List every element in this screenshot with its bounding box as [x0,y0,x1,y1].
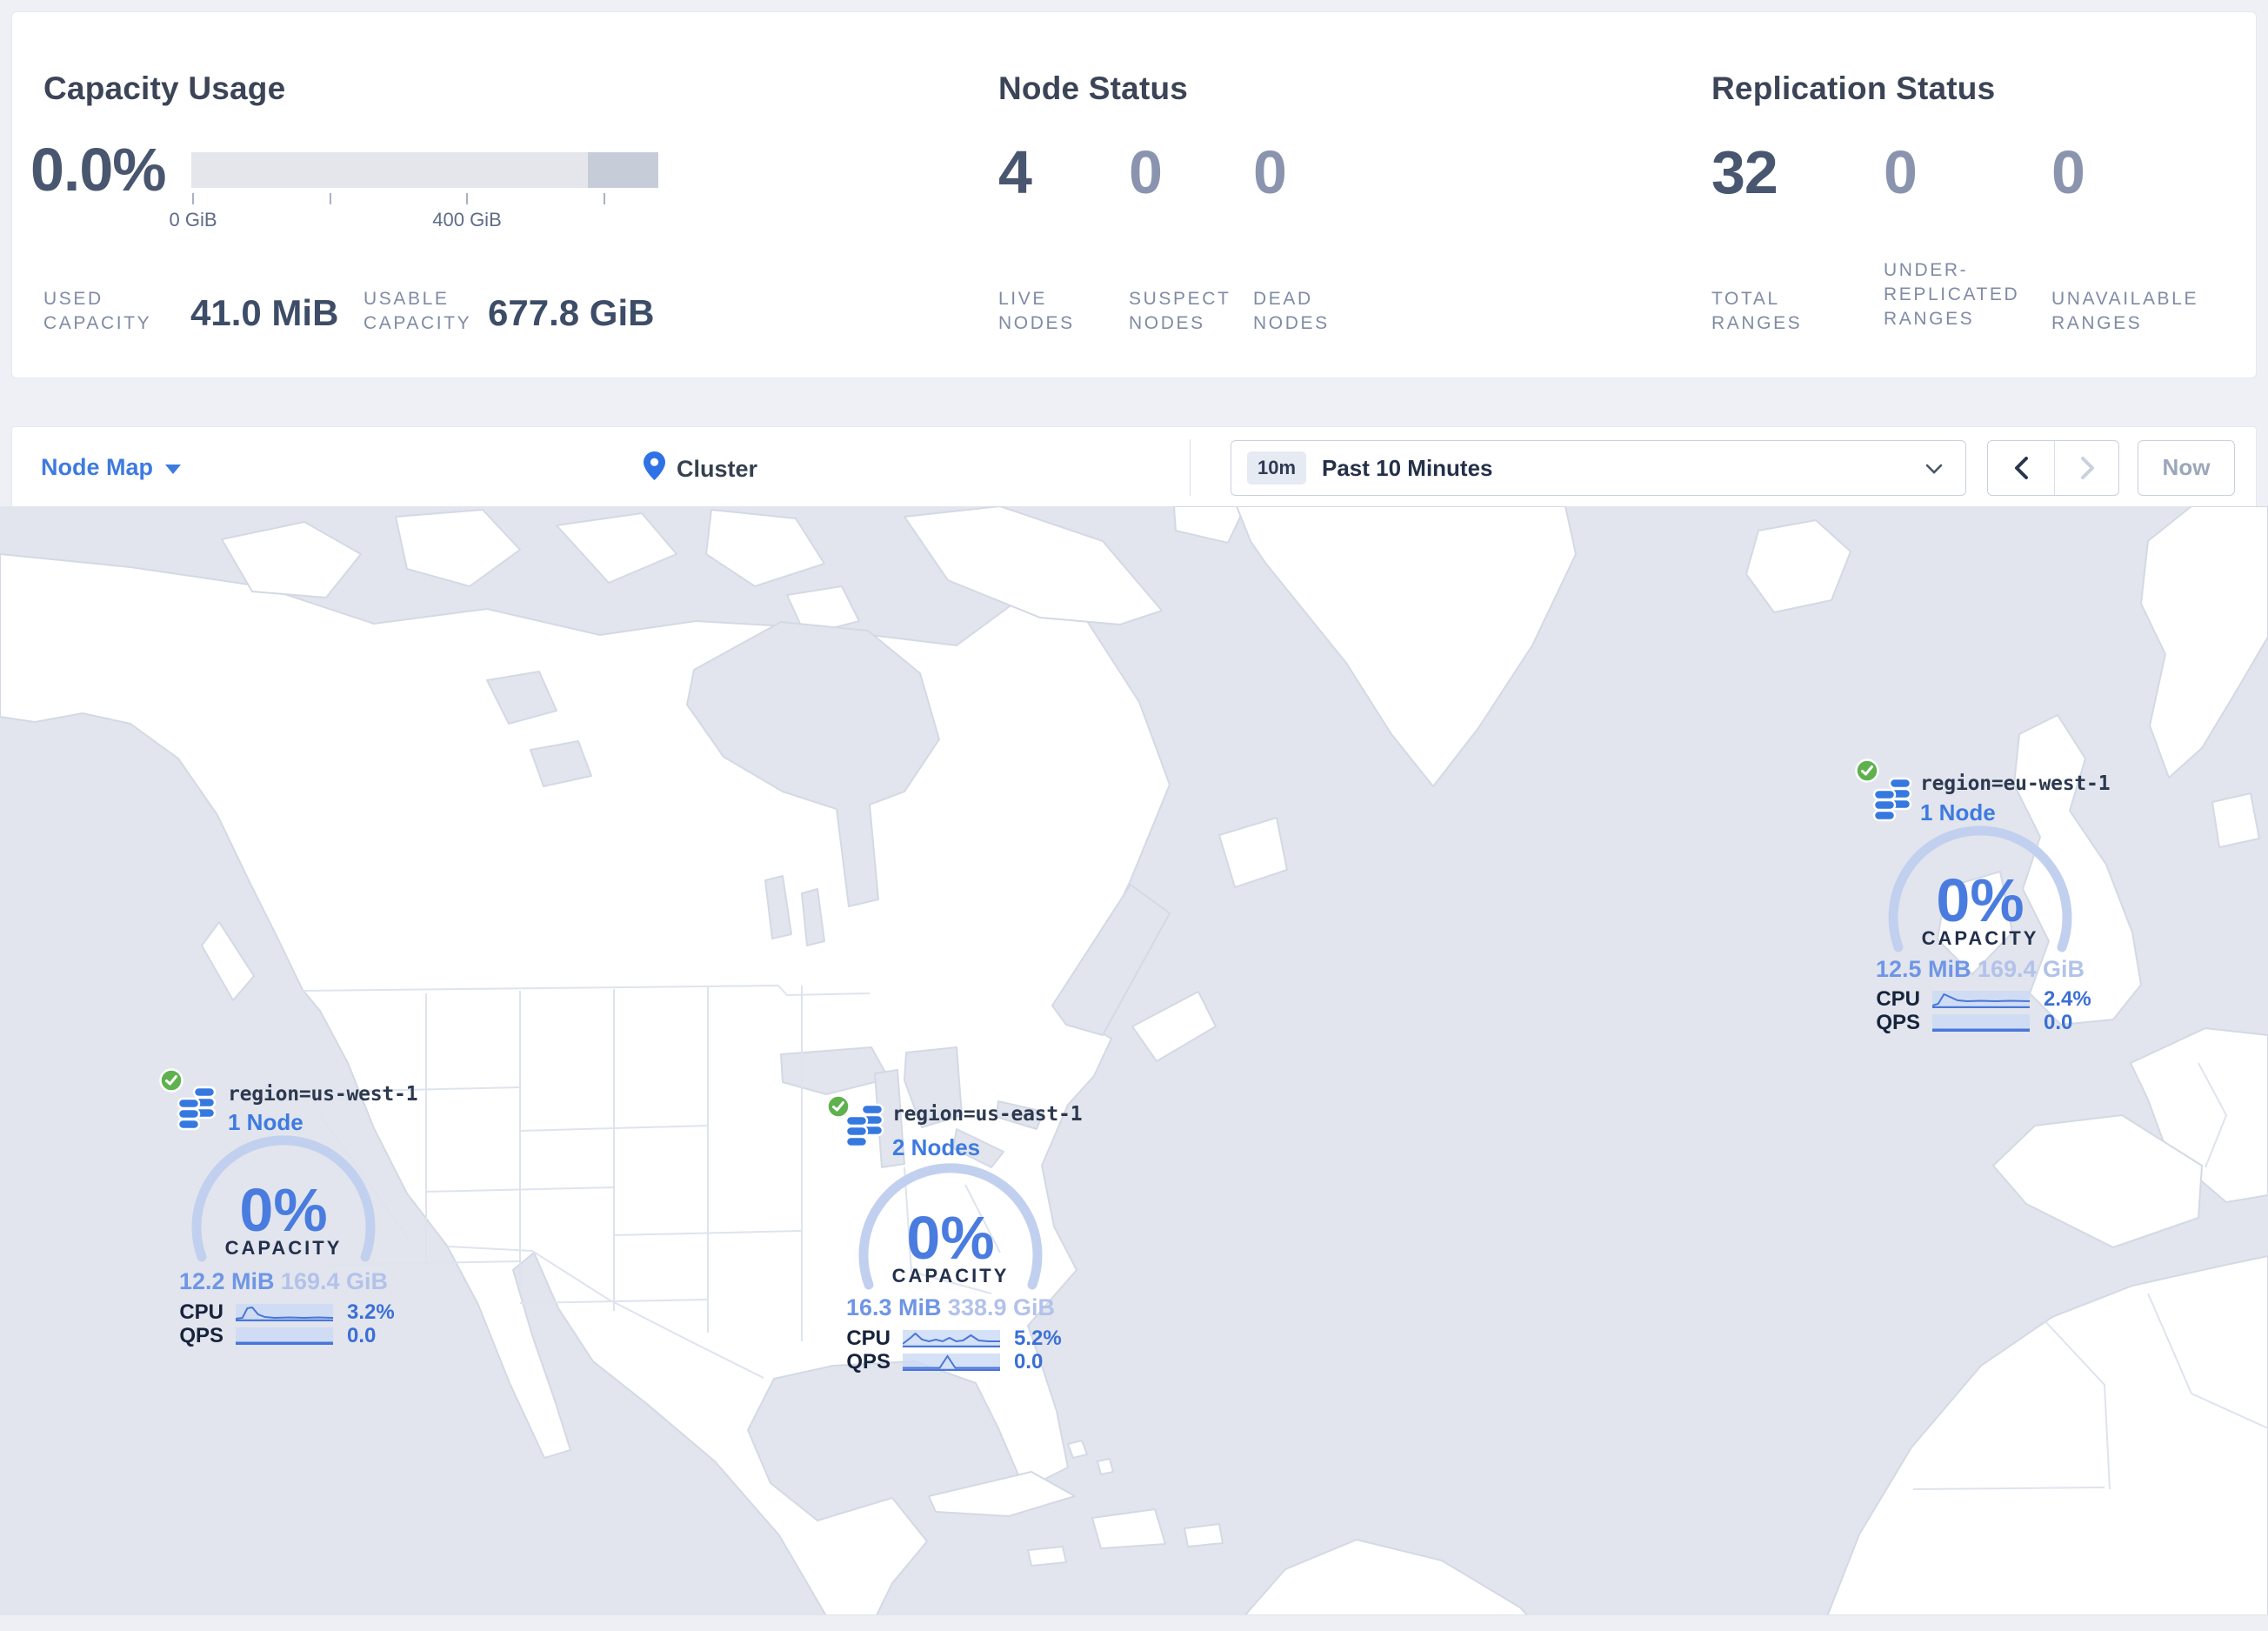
capacity-axis-tick [466,193,468,204]
time-range-value: Past 10 Minutes [1322,455,1493,481]
time-range-selector[interactable]: 10m Past 10 Minutes [1231,440,1966,496]
toolbar-divider [1190,439,1191,496]
capacity-bar [191,152,658,188]
region-capacity-values: 12.5 MiB 169.4 GiB [1858,956,2102,983]
world-map [0,505,2268,1620]
live-nodes-count: 4 [998,138,1032,206]
chevron-left-icon [2014,457,2028,479]
view-selector-dropdown[interactable]: Node Map [41,454,182,481]
qps-label: QPS [179,1324,223,1347]
usable-capacity-value: 677.8 GiB [488,292,655,333]
qps-value: 0.0 [347,1324,377,1347]
dead-nodes-label: DEAD NODES [1253,289,1330,333]
chevron-down-icon [1925,464,1943,474]
page-footer-strip [0,1614,2268,1631]
view-selector-label: Node Map [41,454,154,480]
cpu-value: 2.4% [2044,987,2091,1011]
cpu-label: CPU [1876,987,1920,1011]
region-cpu-row: CPU 3.2% [175,1300,395,1325]
capacity-axis-label-0: 0 GiB [169,209,217,231]
under-replicated-ranges-label: UNDER- REPLICATED RANGES [1884,260,2020,329]
region-capacity-percent: 0% [906,1204,995,1272]
chevron-down-icon [165,464,182,474]
region-name: region=us-west-1 [228,1083,418,1106]
cpu-sparkline [903,1330,1000,1347]
region-total-capacity: 169.4 GiB [280,1268,388,1294]
database-nodes-icon [844,1103,884,1148]
node-map: region=us-west-1 1 Node 0% CAPACITY 12.2… [0,505,2268,1620]
region-qps-row: QPS 0.0 [842,1350,1043,1374]
used-capacity-label: USED CAPACITY [43,289,152,333]
qps-sparkline [903,1354,1000,1371]
region-name: region=us-east-1 [892,1103,1083,1126]
breadcrumb-cluster[interactable]: Cluster [677,456,757,483]
cpu-value: 5.2% [1014,1327,1062,1350]
capacity-axis-tick [330,193,331,204]
time-step-forward-button[interactable] [2055,441,2120,495]
total-ranges-count: 32 [1711,138,1778,206]
region-capacity-label: CAPACITY [891,1265,1010,1287]
suspect-nodes-count: 0 [1129,138,1163,206]
map-pin-icon [644,451,665,480]
region-capacity-percent: 0% [1936,866,2025,934]
qps-label: QPS [1876,1011,1920,1034]
cockroachdb-node-map-page: Capacity Usage 0.0% 0 GiB 400 GiB USED CA… [0,0,2268,1631]
region-used-capacity: 16.3 MiB [846,1294,942,1320]
unavailable-ranges-label: UNAVAILABLE RANGES [2051,289,2199,333]
region-qps-row: QPS 0.0 [1871,1011,2072,1035]
cpu-label: CPU [179,1300,223,1324]
region-capacity-label: CAPACITY [224,1237,343,1259]
live-nodes-label: LIVE NODES [998,289,1075,333]
cpu-sparkline [1932,991,2030,1008]
region-capacity-values: 12.2 MiB 169.4 GiB [162,1268,405,1295]
region-capacity-label: CAPACITY [1921,927,2039,949]
capacity-bar-reserved-segment [588,152,658,188]
total-ranges-label: TOTAL RANGES [1711,289,1803,333]
capacity-axis-label-400: 400 GiB [432,209,502,231]
under-replicated-ranges-count: 0 [1884,138,1918,206]
region-name: region=eu-west-1 [1920,772,2111,795]
cpu-label: CPU [846,1327,891,1350]
dead-nodes-count: 0 [1253,138,1287,206]
region-used-capacity: 12.5 MiB [1876,956,1971,982]
capacity-axis-tick [192,193,194,204]
usable-capacity-label: USABLE CAPACITY [364,289,472,333]
cpu-sparkline [236,1304,333,1321]
region-cpu-row: CPU 2.4% [1871,987,2091,1012]
region-capacity-percent: 0% [239,1176,328,1244]
time-step-back-button[interactable] [1988,441,2053,495]
suspect-nodes-label: SUSPECT NODES [1129,289,1231,333]
region-total-capacity: 169.4 GiB [1977,956,2085,982]
region-cpu-row: CPU 5.2% [842,1327,1062,1351]
time-step-control [1987,440,2119,496]
unavailable-ranges-count: 0 [2051,138,2085,206]
region-total-capacity: 338.9 GiB [947,1294,1055,1320]
region-qps-row: QPS 0.0 [175,1324,376,1348]
replication-status-title: Replication Status [1711,70,1996,106]
qps-value: 0.0 [1014,1350,1044,1374]
qps-sparkline [1932,1014,2030,1032]
used-capacity-value: 41.0 MiB [190,292,339,333]
now-button[interactable]: Now [2138,440,2235,496]
cpu-value: 3.2% [347,1300,395,1324]
qps-sparkline [236,1327,333,1345]
capacity-used-percent: 0.0% [30,136,167,204]
capacity-axis-tick [604,193,605,204]
qps-value: 0.0 [2044,1011,2073,1034]
node-status-title: Node Status [998,70,1189,106]
region-used-capacity: 12.2 MiB [179,1268,275,1294]
qps-label: QPS [846,1350,891,1374]
capacity-usage-title: Capacity Usage [43,70,286,106]
region-capacity-values: 16.3 MiB 338.9 GiB [829,1294,1072,1321]
time-range-badge: 10m [1247,451,1307,485]
chevron-right-icon [2080,457,2094,479]
